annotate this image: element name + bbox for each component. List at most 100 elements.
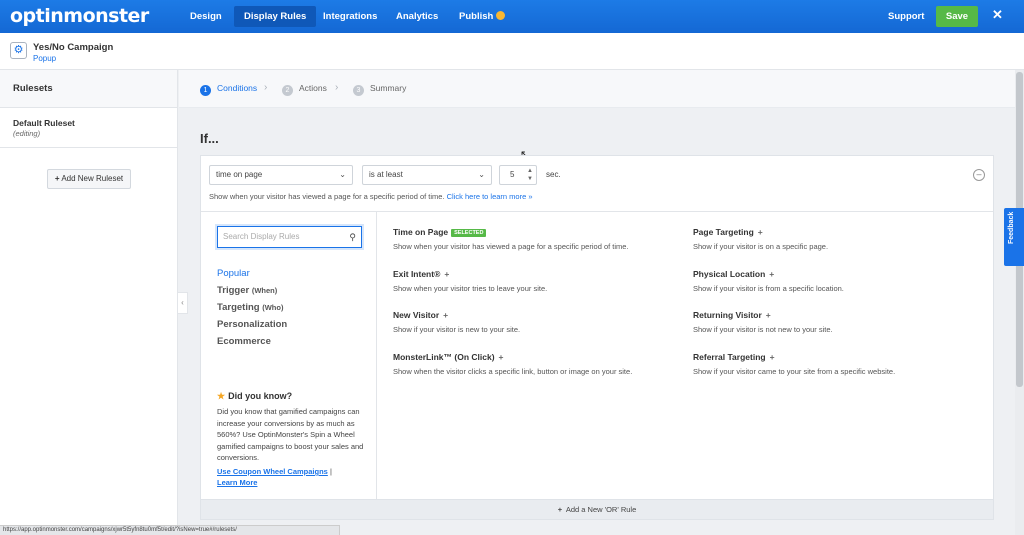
rule-panel: time on page ⌄ is at least ⌄ 5 ▲ ▼ sec. Show… [200,155,994,520]
rule-option-returning-visitor[interactable]: Returning Visitor + Show if your visitor i… [693,310,973,334]
step-summary[interactable]: 3 Summary [353,83,406,96]
plus-icon: + [769,352,775,362]
category-trigger[interactable]: Trigger (When) [217,285,277,296]
support-link[interactable]: Support [888,6,924,27]
rule-option-desc: Show if your visitor came to your site f… [693,367,896,376]
logo[interactable]: optinmonster [10,5,149,27]
rule-option-title: Physical Location [693,269,766,279]
rule-option-new-visitor[interactable]: New Visitor + Show if your visitor is new … [393,310,673,334]
rule-option-desc: Show if your visitor is not new to your … [693,325,833,334]
tab-integrations[interactable]: Integrations [313,6,387,27]
publish-status-dot-icon [496,11,506,20]
learn-more-link[interactable]: Click here to learn more » [447,192,533,201]
feedback-tab[interactable]: Feedback [1004,208,1024,266]
chevron-right-icon: › [264,82,268,93]
steps-bar: 1 Conditions › 2 Actions › 3 Summary [179,70,1015,108]
chevron-right-icon: › [335,82,339,93]
did-you-know-body: Did you know that gamified campaigns can… [217,407,364,462]
coupon-wheel-link[interactable]: Use Coupon Wheel Campaigns [217,467,328,476]
rule-option-page-targeting[interactable]: Page Targeting + Show if your visitor is o… [693,227,973,251]
campaign-type: Popup [33,54,57,63]
did-you-know-links: Use Coupon Wheel Campaigns | Learn More [217,466,367,488]
category-ecommerce[interactable]: Ecommerce [217,336,271,347]
rule-option-title: Referral Targeting [693,352,766,362]
chevron-down-icon: ⌄ [478,170,485,179]
add-ruleset-button[interactable]: + Add New Ruleset [47,169,131,189]
rule-option-monsterlink[interactable]: MonsterLink™ (On Click) + Show when the vi… [393,352,673,376]
category-targeting[interactable]: Targeting (Who) [217,302,283,313]
rule-help-text: Show when your visitor has viewed a page… [209,192,533,201]
seconds-input[interactable]: 5 ▲ ▼ [499,165,537,185]
rule-option-title: MonsterLink™ (On Click) [393,352,495,362]
plus-icon: + [557,505,563,514]
plus-icon: + [54,174,60,183]
unit-label: sec. [546,170,561,179]
add-or-rule-button[interactable]: + Add a New 'OR' Rule [201,499,993,519]
rule-option-time-on-page[interactable]: Time on Page SELECTED Show when your visit… [393,227,673,251]
seconds-value: 5 [510,170,515,179]
ruleset-item[interactable]: Default Ruleset (editing) [0,108,177,148]
rule-option-exit-intent[interactable]: Exit Intent® + Show when your visitor trie… [393,269,673,293]
learn-more-dyk-link[interactable]: Learn More [217,478,257,487]
step-number: 1 [200,85,211,96]
category-personalization[interactable]: Personalization [217,319,287,330]
did-you-know-heading: Did you know? [228,391,293,401]
operator-select[interactable]: is at least ⌄ [362,165,492,185]
collapse-sidebar-chevron-icon[interactable]: ‹ [178,292,188,314]
search-placeholder: Search Display Rules [223,232,300,241]
plus-icon: + [444,269,450,279]
tab-design[interactable]: Design [180,6,232,27]
stepper-icon[interactable]: ▲ ▼ [527,167,533,183]
picker-sidebar: Search Display Rules ⚲ Popular Trigger (W… [201,212,377,500]
category-label: Ecommerce [217,336,271,347]
rule-option-title: New Visitor [393,310,440,320]
feedback-label: Feedback [1008,211,1015,244]
remove-rule-icon[interactable]: – [973,169,985,181]
category-label: Targeting [217,302,260,313]
plus-icon: + [769,269,775,279]
step-number: 2 [282,85,293,96]
add-ruleset-label: Add New Ruleset [61,174,124,183]
tab-publish[interactable]: Publish [449,6,515,27]
tab-analytics[interactable]: Analytics [386,6,448,27]
condition-value: time on page [216,170,263,179]
step-actions[interactable]: 2 Actions [282,83,327,96]
did-you-know-title: ★ Did you know? [217,391,292,402]
category-popular[interactable]: Popular [217,268,250,279]
link-separator: | [327,467,332,476]
ruleset-name: Default Ruleset [13,118,75,128]
ruleset-status: (editing) [13,129,41,138]
status-url: https://app.optinmonster.com/campaigns/x… [0,525,340,535]
search-input[interactable]: Search Display Rules ⚲ [217,226,362,248]
if-heading: If... [200,131,219,146]
rule-option-physical-location[interactable]: Physical Location + Show if your visitor i… [693,269,973,293]
category-label: Personalization [217,319,288,330]
condition-select[interactable]: time on page ⌄ [209,165,353,185]
rule-option-desc: Show if your visitor is from a specific … [693,284,844,293]
gear-icon[interactable]: ⚙ [10,42,27,59]
chevron-down-icon: ⌄ [339,170,346,179]
selected-badge: SELECTED [451,229,487,237]
rule-option-desc: Show when your visitor tries to leave yo… [393,284,548,293]
category-sub: (Who) [262,303,284,312]
rule-option-title: Page Targeting [693,227,754,237]
step-conditions[interactable]: 1 Conditions [200,83,257,96]
star-icon: ★ [217,391,226,401]
rule-option-title: Exit Intent® [393,269,441,279]
step-label: Actions [299,83,327,93]
rule-option-referral-targeting[interactable]: Referral Targeting + Show if your visitor … [693,352,973,376]
close-icon[interactable]: ✕ [992,7,1003,23]
plus-icon: + [765,310,771,320]
campaign-name: Yes/No Campaign [33,42,114,53]
plus-icon: + [757,227,763,237]
category-sub: (When) [251,286,278,295]
tab-display-rules[interactable]: Display Rules [234,6,317,27]
rulesets-heading: Rulesets [0,70,177,108]
category-label: Trigger [217,285,250,296]
display-rules-picker: Search Display Rules ⚲ Popular Trigger (W… [201,211,993,500]
rulesets-sidebar: Rulesets Default Ruleset (editing) + Add… [0,70,178,535]
save-button[interactable]: Save [936,6,978,27]
add-or-rule-label: Add a New 'OR' Rule [565,505,637,514]
rule-option-title: Returning Visitor [693,310,762,320]
step-number: 3 [353,85,364,96]
